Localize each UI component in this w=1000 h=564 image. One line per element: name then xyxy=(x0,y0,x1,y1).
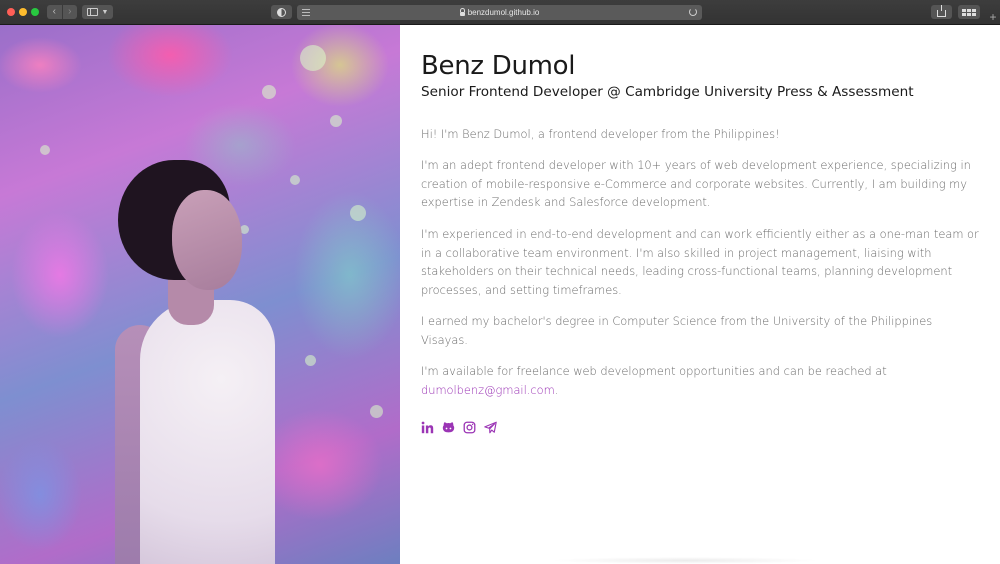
url-text: benzdumol.github.io xyxy=(467,8,540,17)
address-bar[interactable]: benzdumol.github.io xyxy=(297,5,702,20)
email-link[interactable]: dumolbenz@gmail.com xyxy=(421,383,555,397)
lock-icon xyxy=(459,8,465,16)
social-links xyxy=(421,421,497,434)
bio-intro: Hi! I'm Benz Dumol, a frontend developer… xyxy=(421,127,780,141)
maximize-window-button[interactable] xyxy=(31,8,39,16)
bio-contact-end: . xyxy=(554,382,559,397)
bio-contact: I'm available for freelance web developm… xyxy=(421,362,979,399)
profile-role: Senior Frontend Developer @ Cambridge Un… xyxy=(421,84,914,100)
profile-name: Benz Dumol xyxy=(421,51,576,81)
address-display: benzdumol.github.io xyxy=(297,5,702,20)
new-tab-button[interactable]: + xyxy=(986,10,1000,24)
page-viewport: Benz Dumol Senior Frontend Developer @ C… xyxy=(0,25,1000,564)
tab-grid-icon xyxy=(962,8,976,16)
minimize-window-button[interactable] xyxy=(19,8,27,16)
share-button[interactable] xyxy=(931,5,952,19)
browser-window: ‹ › ▼ benzdumol.github.io + Benz Dumol S… xyxy=(0,0,1000,564)
privacy-shield-icon xyxy=(277,7,286,17)
reload-icon[interactable] xyxy=(689,8,697,16)
forward-button[interactable]: › xyxy=(61,5,78,19)
github-icon[interactable] xyxy=(442,421,455,434)
back-button[interactable]: ‹ xyxy=(47,5,62,19)
sidebar-toggle-button[interactable]: ▼ xyxy=(82,5,113,19)
navigation-buttons: ‹ › xyxy=(47,5,77,19)
bio-experience: I'm an adept frontend developer with 10+… xyxy=(421,158,971,210)
bio-skills: I'm experienced in end-to-end developmen… xyxy=(421,227,979,297)
close-window-button[interactable] xyxy=(7,8,15,16)
tab-overview-button[interactable] xyxy=(958,5,980,19)
telegram-icon[interactable] xyxy=(484,421,497,434)
chevron-down-icon: ▼ xyxy=(101,8,109,16)
sidebar-icon xyxy=(86,8,98,16)
linkedin-icon[interactable] xyxy=(421,421,434,434)
instagram-icon[interactable] xyxy=(463,421,476,434)
bio-contact-text: I'm available for freelance web developm… xyxy=(421,364,887,378)
profile-photo xyxy=(0,25,400,564)
share-icon xyxy=(937,5,946,17)
browser-toolbar: ‹ › ▼ benzdumol.github.io + xyxy=(0,0,1000,25)
privacy-report-button[interactable] xyxy=(271,5,292,19)
bio-education: I earned my bachelor's degree in Compute… xyxy=(421,314,933,347)
